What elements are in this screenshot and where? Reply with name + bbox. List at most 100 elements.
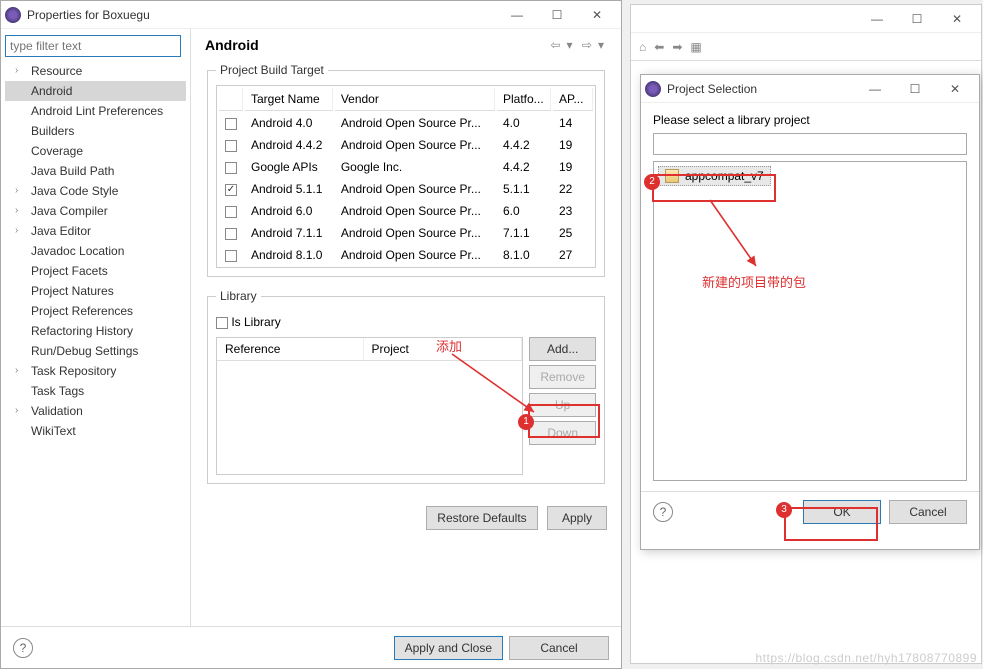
tree-item-label: Project Natures [31, 284, 114, 298]
tree-item[interactable]: › Java Editor [5, 221, 186, 241]
maximize-icon[interactable]: ☐ [537, 3, 577, 27]
nav-fwd-icon[interactable]: ➡ [672, 40, 682, 54]
forward-icon[interactable]: ⇨ [582, 38, 592, 52]
target-checkbox[interactable] [225, 184, 237, 196]
tree-item-label: Project References [31, 304, 133, 318]
col-target-name[interactable]: Target Name [245, 88, 333, 111]
bg-maximize-icon[interactable]: ☐ [897, 7, 937, 31]
target-platform: 6.0 [497, 201, 551, 221]
col-api[interactable]: AP... [553, 88, 593, 111]
ps-help-icon[interactable]: ? [653, 502, 673, 522]
bg-minimize-icon[interactable]: — [857, 7, 897, 31]
tree-item[interactable]: Coverage [5, 141, 186, 161]
tree-item-label: WikiText [31, 424, 76, 438]
filter-input[interactable] [5, 35, 181, 57]
col-vendor[interactable]: Vendor [335, 88, 495, 111]
back-icon[interactable]: ⇦ [550, 38, 560, 52]
tree-item-label: Java Editor [31, 224, 91, 238]
ps-project-list[interactable]: appcompat_v7 [653, 161, 967, 481]
tree-item[interactable]: Project Natures [5, 281, 186, 301]
tree-item[interactable]: Run/Debug Settings [5, 341, 186, 361]
cancel-button[interactable]: Cancel [509, 636, 609, 660]
tree-item[interactable]: ›Java Code Style [5, 181, 186, 201]
ps-close-icon[interactable]: ✕ [935, 77, 975, 101]
tree-item-label: Task Tags [31, 384, 84, 398]
target-api: 23 [553, 201, 593, 221]
tree-item[interactable]: Task Tags [5, 381, 186, 401]
target-checkbox[interactable] [225, 228, 237, 240]
annotation-step-3: 3 [776, 502, 792, 518]
add-button[interactable]: Add... [529, 337, 596, 361]
nav-back-icon[interactable]: ⬅ [654, 40, 664, 54]
tree-item-label: Javadoc Location [31, 244, 124, 258]
expand-icon[interactable]: › [15, 403, 18, 419]
down-button: Down [529, 421, 596, 445]
tree-item[interactable]: ›Task Repository [5, 361, 186, 381]
target-row[interactable]: Android 4.4.2Android Open Source Pr...4.… [219, 135, 593, 155]
ps-list-item-appcompat[interactable]: appcompat_v7 [658, 166, 771, 186]
tree-item-label: Android [31, 84, 72, 98]
is-library-checkbox[interactable] [216, 317, 228, 329]
reference-table[interactable]: Reference Project [216, 337, 523, 475]
target-row[interactable]: Google APIsGoogle Inc.4.4.219 [219, 157, 593, 177]
bg-close-icon[interactable]: ✕ [937, 7, 977, 31]
target-checkbox[interactable] [225, 118, 237, 130]
minimize-icon[interactable]: — [497, 3, 537, 27]
tree-item[interactable]: ›Java Compiler [5, 201, 186, 221]
expand-icon[interactable]: › [15, 363, 18, 379]
target-vendor: Android Open Source Pr... [335, 245, 495, 265]
close-icon[interactable]: ✕ [577, 3, 617, 27]
tree-item-label: Validation [31, 404, 83, 418]
target-checkbox[interactable] [225, 140, 237, 152]
tree-item-label: Refactoring History [31, 324, 133, 338]
expand-icon[interactable]: › [15, 203, 18, 219]
tree-item[interactable]: Project References [5, 301, 186, 321]
tree-item[interactable]: ›Resource [5, 61, 186, 81]
ps-cancel-button[interactable]: Cancel [889, 500, 967, 524]
target-platform: 5.1.1 [497, 179, 551, 199]
target-name: Android 8.1.0 [245, 245, 333, 265]
ps-filter-input[interactable] [653, 133, 967, 155]
library-group: Library Is Library Reference Project Add… [207, 289, 605, 484]
tree-item[interactable]: Project Facets [5, 261, 186, 281]
tree-item[interactable]: Refactoring History [5, 321, 186, 341]
help-icon[interactable]: ? [13, 638, 33, 658]
tree-item[interactable]: Android [5, 81, 186, 101]
target-row[interactable]: Android 8.1.0Android Open Source Pr...8.… [219, 245, 593, 265]
apply-button[interactable]: Apply [547, 506, 607, 530]
col-project[interactable]: Project [364, 338, 523, 360]
tree-item[interactable]: Android Lint Preferences [5, 101, 186, 121]
properties-titlebar[interactable]: Properties for Boxuegu — ☐ ✕ [1, 1, 621, 29]
ok-button[interactable]: OK [803, 500, 881, 524]
tree-item[interactable]: Java Build Path [5, 161, 186, 181]
target-checkbox[interactable] [225, 206, 237, 218]
apply-and-close-button[interactable]: Apply and Close [394, 636, 503, 660]
target-row[interactable]: Android 4.0Android Open Source Pr...4.01… [219, 113, 593, 133]
col-platform[interactable]: Platfo... [497, 88, 551, 111]
expand-icon[interactable]: › [15, 183, 18, 199]
ps-maximize-icon[interactable]: ☐ [895, 77, 935, 101]
target-vendor: Android Open Source Pr... [335, 135, 495, 155]
eclipse-icon [5, 7, 21, 23]
ps-titlebar[interactable]: Project Selection — ☐ ✕ [641, 75, 979, 103]
expand-icon[interactable]: › [15, 223, 18, 239]
tree-item[interactable]: Javadoc Location [5, 241, 186, 261]
properties-dialog: Properties for Boxuegu — ☐ ✕ ›Resource An… [0, 0, 622, 669]
tree-item[interactable]: › Validation [5, 401, 186, 421]
target-row[interactable]: Android 7.1.1Android Open Source Pr...7.… [219, 223, 593, 243]
tree-item[interactable]: Builders [5, 121, 186, 141]
new-perspective-icon[interactable]: ▦ [690, 40, 701, 54]
target-table[interactable]: Target Name Vendor Platfo... AP... Andro… [216, 85, 596, 268]
watermark: https://blog.csdn.net/hyh17808770899 [756, 651, 978, 665]
target-row[interactable]: Android 5.1.1Android Open Source Pr...5.… [219, 179, 593, 199]
target-row[interactable]: Android 6.0Android Open Source Pr...6.02… [219, 201, 593, 221]
tree-item[interactable]: WikiText [5, 421, 186, 441]
target-checkbox[interactable] [225, 162, 237, 174]
target-checkbox[interactable] [225, 250, 237, 262]
restore-defaults-button[interactable]: Restore Defaults [426, 506, 537, 530]
col-reference[interactable]: Reference [217, 338, 364, 360]
ps-minimize-icon[interactable]: — [855, 77, 895, 101]
up-button: Up [529, 393, 596, 417]
expand-icon[interactable]: › [15, 63, 18, 79]
nav-home-icon[interactable]: ⌂ [639, 40, 646, 54]
